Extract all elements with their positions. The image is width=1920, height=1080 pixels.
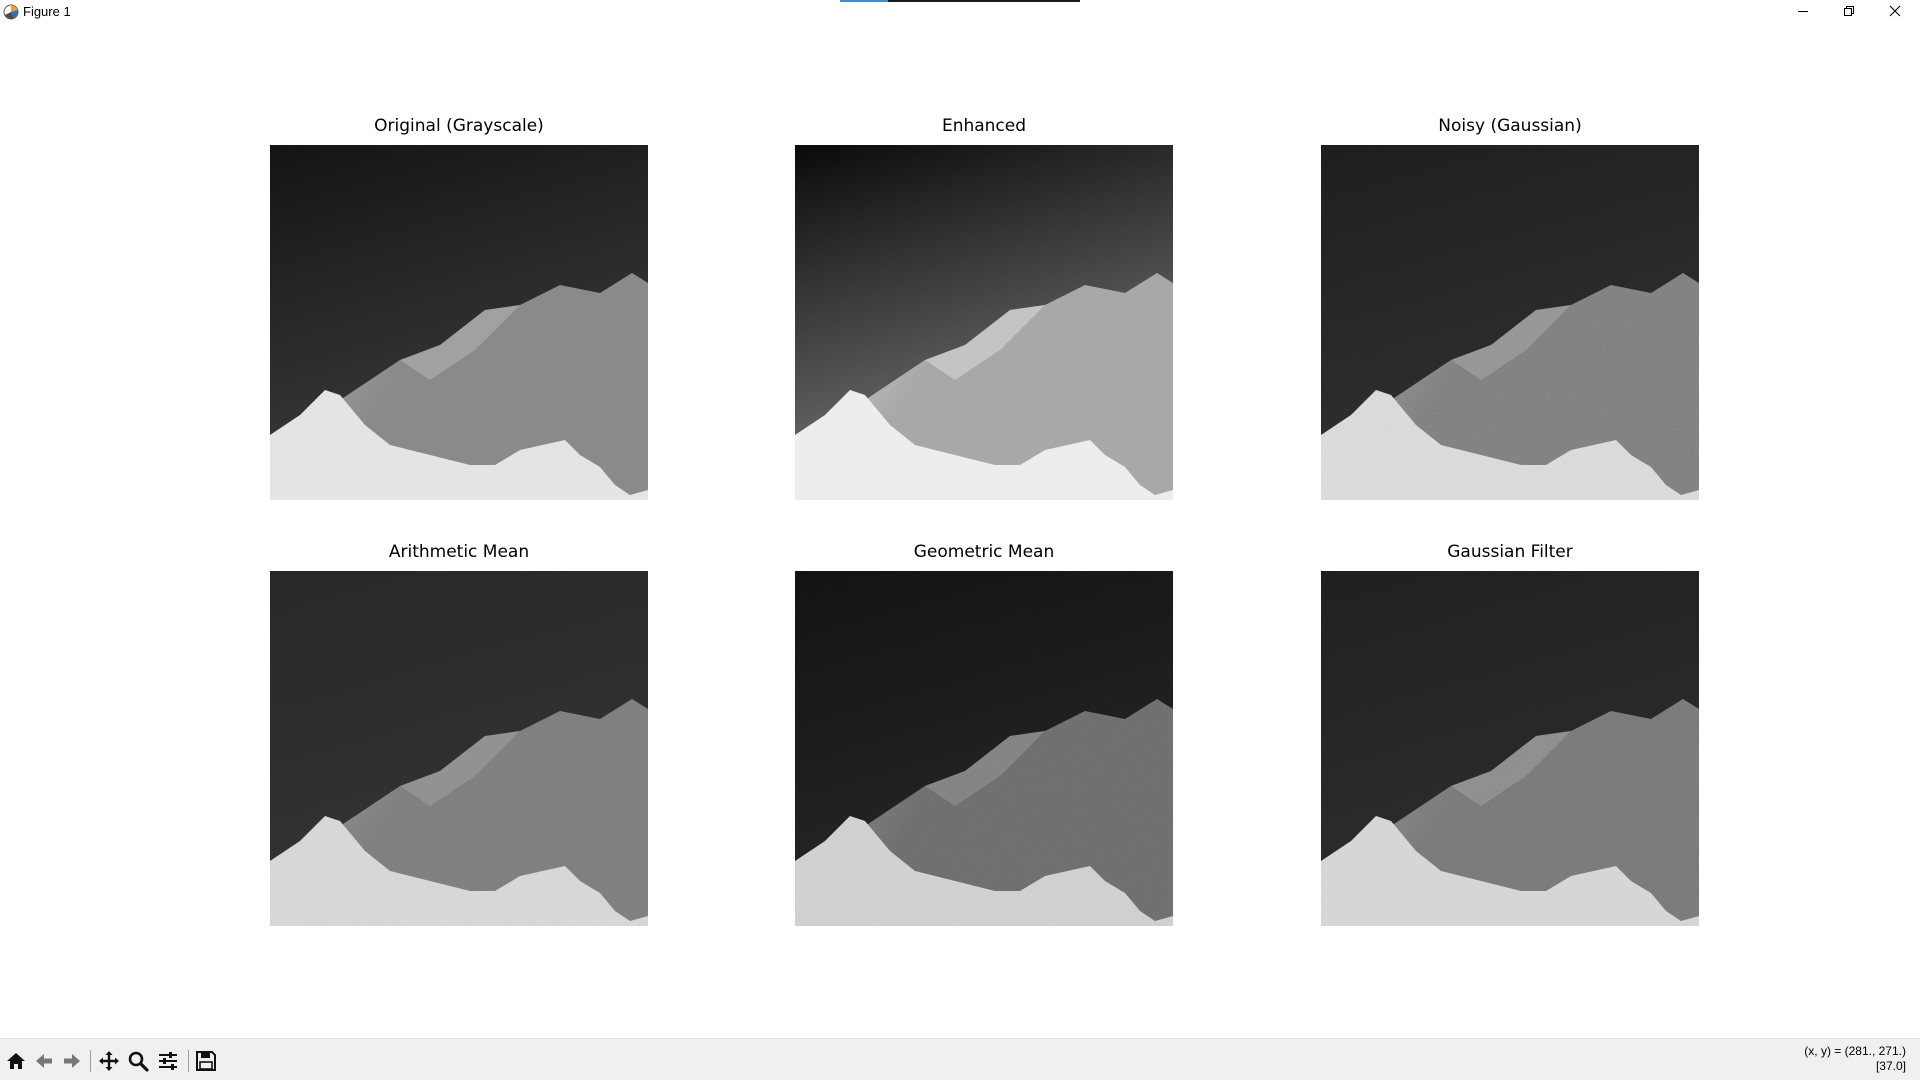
save-icon <box>196 1051 216 1071</box>
save-button[interactable] <box>193 1048 219 1074</box>
zoom-icon <box>128 1051 149 1072</box>
noise-overlay <box>1321 145 1699 500</box>
toolbar-separator <box>188 1050 189 1072</box>
image-arithmetic-mean <box>270 571 648 926</box>
window-title: Figure 1 <box>23 4 71 19</box>
configure-subplots-button[interactable] <box>155 1048 181 1074</box>
image-geometric-mean <box>795 571 1173 926</box>
toolbar-separator <box>90 1050 91 1072</box>
matplotlib-app-icon <box>3 4 19 20</box>
coords-xy: (x, y) = (281., 271.) <box>1804 1044 1906 1058</box>
configure-subplots-icon <box>159 1052 177 1070</box>
image-original <box>270 145 648 500</box>
image-enhanced <box>795 145 1173 500</box>
noise-overlay <box>1321 571 1699 926</box>
coords-value: [37.0] <box>1875 1059 1906 1073</box>
home-button[interactable] <box>3 1048 29 1074</box>
restore-button[interactable] <box>1826 0 1872 22</box>
subplot-title: Arithmetic Mean <box>388 542 530 562</box>
restore-icon <box>1844 6 1854 16</box>
forward-button[interactable] <box>59 1048 85 1074</box>
close-button[interactable] <box>1872 0 1918 22</box>
figure-canvas[interactable]: Original (Grayscale) Enhanced Noisy (Gau… <box>0 24 1920 1038</box>
image-gaussian-filter <box>1321 571 1699 926</box>
subplot-title: Gaussian Filter <box>1447 542 1573 562</box>
figure-window: Figure 1 Original (Grayscale) Enhanced N… <box>0 0 1920 1080</box>
title-accent-highlight <box>840 0 888 2</box>
close-icon <box>1889 5 1901 17</box>
zoom-button[interactable] <box>125 1048 151 1074</box>
minimize-button[interactable] <box>1780 0 1826 22</box>
noise-overlay <box>795 571 1173 926</box>
cursor-coordinates: (x, y) = (281., 271.) [37.0] <box>1804 1044 1906 1074</box>
title-bar: Figure 1 <box>0 0 1920 24</box>
image-noisy <box>1321 145 1699 500</box>
home-icon <box>7 1053 25 1069</box>
subplot-title: Original (Grayscale) <box>374 116 544 136</box>
back-button[interactable] <box>31 1048 57 1074</box>
subplot-title: Noisy (Gaussian) <box>1438 116 1582 136</box>
navigation-toolbar: (x, y) = (281., 271.) [37.0] <box>0 1038 1920 1080</box>
pan-button[interactable] <box>96 1048 122 1074</box>
subplot-title: Geometric Mean <box>913 542 1055 562</box>
pan-icon <box>99 1051 119 1071</box>
back-icon <box>36 1054 52 1068</box>
forward-icon <box>64 1054 80 1068</box>
subplot-title: Enhanced <box>941 116 1027 136</box>
minimize-icon <box>1798 11 1808 12</box>
noise-overlay <box>270 571 648 926</box>
